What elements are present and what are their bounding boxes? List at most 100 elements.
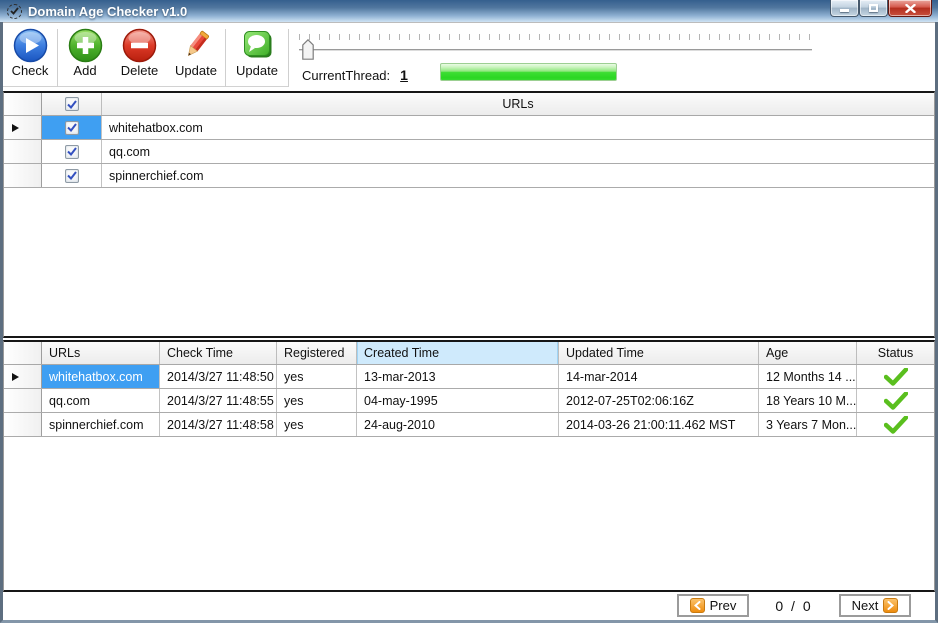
toolbar-button-group: Check Add [3, 23, 289, 87]
current-thread-label: CurrentThread: [302, 68, 390, 83]
column-header-age[interactable]: Age [759, 342, 857, 364]
url-checkbox[interactable] [65, 121, 79, 135]
column-header-status[interactable]: Status [857, 342, 934, 364]
prev-button-label: Prev [710, 598, 737, 613]
result-check-time-cell[interactable]: 2014/3/27 11:48:58 [160, 413, 277, 436]
url-checkbox-cell[interactable] [42, 116, 102, 139]
current-row-arrow-icon [12, 124, 19, 132]
row-selector-cell[interactable] [4, 140, 42, 163]
result-check-time-cell[interactable]: 2014/3/27 11:48:50 [160, 365, 277, 388]
result-registered-cell[interactable]: yes [277, 413, 357, 436]
result-status-cell[interactable] [857, 389, 934, 412]
column-header-created-time[interactable]: Created Time [357, 342, 559, 364]
row-selector-cell[interactable] [4, 365, 42, 388]
minimize-button[interactable] [830, 0, 859, 17]
page-indicator: 0 / 0 [749, 598, 839, 614]
result-updated-cell[interactable]: 2012-07-25T02:06:16Z [559, 389, 759, 412]
progress-bar [440, 63, 617, 81]
client-area: Check Add [3, 22, 935, 620]
result-status-cell[interactable] [857, 413, 934, 436]
chevron-right-icon [883, 598, 898, 613]
url-checkbox-cell[interactable] [42, 140, 102, 163]
result-row[interactable]: whitehatbox.com 2014/3/27 11:48:50 yes 1… [4, 365, 934, 389]
result-row[interactable]: qq.com 2014/3/27 11:48:55 yes 04-may-199… [4, 389, 934, 413]
column-header-updated-time[interactable]: Updated Time [559, 342, 759, 364]
next-button-label: Next [852, 598, 879, 613]
row-selector-header [4, 93, 42, 115]
check-icon [67, 100, 77, 109]
row-selector-cell[interactable] [4, 389, 42, 412]
result-check-time-cell[interactable]: 2014/3/27 11:48:55 [160, 389, 277, 412]
result-created-cell[interactable]: 13-mar-2013 [357, 365, 559, 388]
status-ok-check-icon [884, 368, 908, 386]
thread-slider-track[interactable] [299, 49, 812, 52]
column-header-urls[interactable]: URLs [42, 342, 160, 364]
column-header-check-time[interactable]: Check Time [160, 342, 277, 364]
result-age-cell[interactable]: 3 Years 7 Mon... [759, 413, 857, 436]
check-icon [67, 123, 77, 132]
result-created-cell[interactable]: 04-may-1995 [357, 389, 559, 412]
result-age-cell[interactable]: 12 Months 14 ... [759, 365, 857, 388]
toolbar-separator [288, 29, 289, 87]
plus-icon [67, 27, 103, 63]
page-separator: / [791, 598, 797, 614]
result-row[interactable]: spinnerchief.com 2014/3/27 11:48:58 yes … [4, 413, 934, 437]
results-table-header: URLs Check Time Registered Created Time … [4, 342, 934, 365]
result-created-cell[interactable]: 24-aug-2010 [357, 413, 559, 436]
titlebar[interactable]: Domain Age Checker v1.0 [0, 0, 938, 22]
total-pages: 0 [803, 598, 813, 614]
next-button[interactable]: Next [839, 594, 911, 617]
result-url-cell[interactable]: qq.com [42, 389, 160, 412]
minus-icon [122, 27, 158, 63]
select-all-cell[interactable] [42, 93, 102, 115]
url-checkbox-cell[interactable] [42, 164, 102, 187]
url-cell[interactable]: whitehatbox.com [102, 116, 934, 139]
row-selector-header [4, 342, 42, 364]
update-edit-button-label: Update [175, 63, 217, 78]
prev-button[interactable]: Prev [677, 594, 749, 617]
check-icon [67, 147, 77, 156]
url-column-header[interactable]: URLs [102, 93, 934, 115]
row-selector-cell[interactable] [4, 164, 42, 187]
delete-button[interactable]: Delete [112, 27, 167, 85]
close-button[interactable] [888, 0, 932, 17]
result-updated-cell[interactable]: 14-mar-2014 [559, 365, 759, 388]
toolbar: Check Add [3, 23, 935, 91]
url-row[interactable]: whitehatbox.com [4, 116, 934, 140]
url-row[interactable]: spinnerchief.com [4, 164, 934, 188]
maximize-icon [869, 4, 878, 12]
row-selector-cell[interactable] [4, 116, 42, 139]
result-status-cell[interactable] [857, 365, 934, 388]
result-registered-cell[interactable]: yes [277, 365, 357, 388]
check-icon [67, 171, 77, 180]
result-registered-cell[interactable]: yes [277, 389, 357, 412]
minimize-icon [840, 9, 849, 12]
check-button[interactable]: Check [3, 27, 57, 85]
url-checkbox[interactable] [65, 169, 79, 183]
url-cell[interactable]: spinnerchief.com [102, 164, 934, 187]
app-logo-icon [7, 4, 22, 19]
add-button[interactable]: Add [58, 27, 112, 85]
result-url-cell[interactable]: whitehatbox.com [42, 365, 160, 388]
select-all-checkbox[interactable] [65, 97, 79, 111]
result-updated-cell[interactable]: 2014-03-26 21:00:11.462 MST [559, 413, 759, 436]
add-button-label: Add [73, 63, 96, 78]
row-selector-cell[interactable] [4, 413, 42, 436]
url-table: URLs whitehatbox.com qq.com [3, 91, 935, 338]
url-row[interactable]: qq.com [4, 140, 934, 164]
url-cell[interactable]: qq.com [102, 140, 934, 163]
result-age-cell[interactable]: 18 Years 10 M... [759, 389, 857, 412]
maximize-button[interactable] [859, 0, 888, 17]
window-title: Domain Age Checker v1.0 [28, 4, 187, 19]
url-checkbox[interactable] [65, 145, 79, 159]
chevron-left-icon [690, 598, 705, 613]
column-header-registered[interactable]: Registered [277, 342, 357, 364]
result-url-cell[interactable]: spinnerchief.com [42, 413, 160, 436]
thread-slider-thumb[interactable] [302, 39, 314, 60]
pagination-bar: Prev 0 / 0 Next [3, 592, 935, 620]
chat-bubble-icon [239, 27, 275, 63]
update-edit-button[interactable]: Update [167, 27, 225, 85]
results-table: URLs Check Time Registered Created Time … [3, 340, 935, 592]
update-chat-button[interactable]: Update [226, 27, 288, 85]
current-thread-value: 1 [400, 67, 408, 83]
